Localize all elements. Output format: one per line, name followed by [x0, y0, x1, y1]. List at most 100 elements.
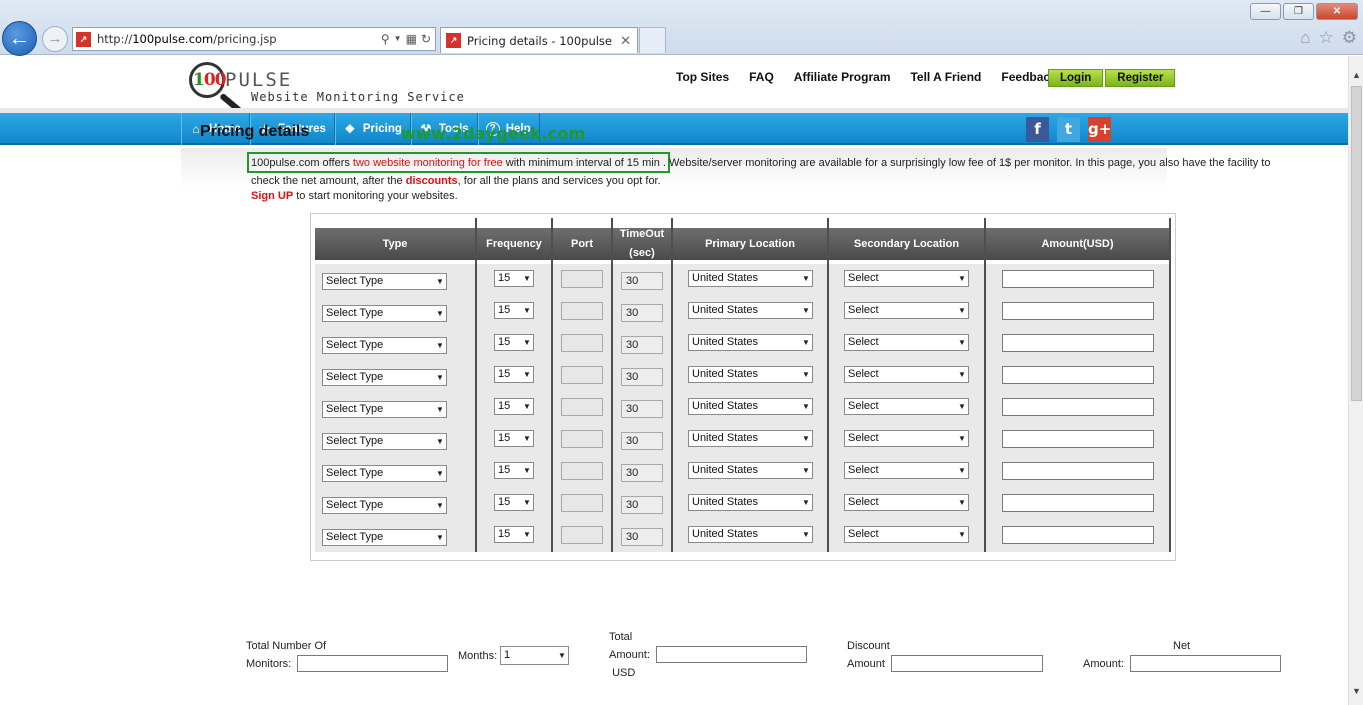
secondary-location-select[interactable]: Select ▼ [844, 462, 969, 479]
type-select[interactable]: Select Type ▼ [322, 497, 447, 514]
port-input[interactable] [561, 398, 603, 416]
frequency-select[interactable]: 15 ▼ [494, 430, 534, 447]
secondary-location-select[interactable]: Select ▼ [844, 430, 969, 447]
signup-link[interactable]: Sign UP [251, 190, 293, 202]
settings-gear-icon[interactable]: ⚙ [1342, 28, 1357, 48]
facebook-icon[interactable]: f [1026, 117, 1049, 142]
type-select[interactable]: Select Type ▼ [322, 273, 447, 290]
timeout-input[interactable]: 30 [621, 464, 663, 482]
type-select[interactable]: Select Type ▼ [322, 369, 447, 386]
twitter-icon[interactable]: t [1057, 117, 1080, 142]
primary-location-select[interactable]: United States ▼ [688, 270, 813, 287]
address-url[interactable]: http://100pulse.com/pricing.jsp [97, 32, 381, 46]
frequency-select[interactable]: 15 ▼ [494, 334, 534, 351]
secondary-location-select[interactable]: Select ▼ [844, 302, 969, 319]
back-button[interactable]: ← [2, 21, 37, 56]
primary-location-select[interactable]: United States ▼ [688, 302, 813, 319]
port-input[interactable] [561, 494, 603, 512]
type-select[interactable]: Select Type ▼ [322, 337, 447, 354]
frequency-select[interactable]: 15 ▼ [494, 398, 534, 415]
scroll-up-icon[interactable]: ▲ [1349, 68, 1363, 83]
register-button[interactable]: Register [1105, 69, 1176, 87]
timeout-input[interactable]: 30 [621, 336, 663, 354]
search-icon[interactable]: ⚲ [381, 32, 390, 46]
address-bar[interactable]: ↗ http://100pulse.com/pricing.jsp ⚲ ▼ ▦ … [72, 27, 436, 51]
secondary-location-select[interactable]: Select ▼ [844, 366, 969, 383]
frequency-select[interactable]: 15 ▼ [494, 462, 534, 479]
net-amount-input[interactable] [1130, 655, 1281, 672]
port-input[interactable] [561, 270, 603, 288]
port-input[interactable] [561, 526, 603, 544]
favorites-star-icon[interactable]: ☆ [1319, 28, 1334, 48]
top-link-top-sites[interactable]: Top Sites [676, 70, 729, 84]
minimize-button[interactable]: — [1250, 3, 1281, 20]
compat-view-icon[interactable]: ▦ [406, 32, 417, 46]
port-input[interactable] [561, 366, 603, 384]
type-select[interactable]: Select Type ▼ [322, 529, 447, 546]
page-scrollbar[interactable]: ▲ ▼ [1348, 56, 1363, 705]
primary-location-select[interactable]: United States ▼ [688, 494, 813, 511]
amount-input[interactable] [1002, 334, 1154, 352]
total-monitors-input[interactable] [297, 655, 448, 672]
forward-button[interactable]: → [42, 26, 68, 52]
port-input[interactable] [561, 462, 603, 480]
primary-location-select[interactable]: United States ▼ [688, 398, 813, 415]
google-plus-icon[interactable]: g+ [1088, 117, 1111, 142]
port-input[interactable] [561, 302, 603, 320]
scroll-thumb[interactable] [1351, 86, 1362, 401]
amount-input[interactable] [1002, 430, 1154, 448]
secondary-location-select[interactable]: Select ▼ [844, 526, 969, 543]
frequency-select[interactable]: 15 ▼ [494, 526, 534, 543]
amount-input[interactable] [1002, 462, 1154, 480]
scroll-down-icon[interactable]: ▼ [1349, 684, 1363, 699]
secondary-location-select[interactable]: Select ▼ [844, 494, 969, 511]
new-tab-button[interactable] [639, 27, 666, 53]
timeout-input[interactable]: 30 [621, 304, 663, 322]
amount-input[interactable] [1002, 270, 1154, 288]
refresh-icon[interactable]: ↻ [421, 32, 431, 46]
primary-location-select[interactable]: United States ▼ [688, 334, 813, 351]
total-amount-input[interactable] [656, 646, 807, 663]
login-button[interactable]: Login [1048, 69, 1104, 87]
primary-location-select[interactable]: United States ▼ [688, 462, 813, 479]
frequency-select[interactable]: 15 ▼ [494, 366, 534, 383]
frequency-select[interactable]: 15 ▼ [494, 302, 534, 319]
port-input[interactable] [561, 334, 603, 352]
timeout-input[interactable]: 30 [621, 272, 663, 290]
timeout-input[interactable]: 30 [621, 368, 663, 386]
type-select[interactable]: Select Type ▼ [322, 305, 447, 322]
close-tab-icon[interactable]: ✕ [620, 33, 631, 49]
restore-button[interactable]: ❐ [1283, 3, 1314, 20]
amount-input[interactable] [1002, 302, 1154, 320]
secondary-location-select[interactable]: Select ▼ [844, 270, 969, 287]
timeout-input[interactable]: 30 [621, 432, 663, 450]
amount-input[interactable] [1002, 494, 1154, 512]
amount-input[interactable] [1002, 526, 1154, 544]
months-select[interactable]: 1 ▼ [500, 646, 569, 665]
primary-location-select[interactable]: United States ▼ [688, 526, 813, 543]
discount-amount-input[interactable] [891, 655, 1043, 672]
secondary-location-select[interactable]: Select ▼ [844, 398, 969, 415]
frequency-select[interactable]: 15 ▼ [494, 270, 534, 287]
top-link-faq[interactable]: FAQ [749, 70, 774, 84]
timeout-input[interactable]: 30 [621, 528, 663, 546]
type-select[interactable]: Select Type ▼ [322, 433, 447, 450]
site-logo[interactable]: 100 PULSE Website Monitoring Service [188, 60, 464, 115]
tab-pricing-details[interactable]: ↗ Pricing details - 100pulse ✕ [440, 27, 638, 53]
nav-pricing[interactable]: ❖ Pricing [334, 113, 411, 145]
timeout-input[interactable]: 30 [621, 496, 663, 514]
type-select[interactable]: Select Type ▼ [322, 465, 447, 482]
amount-input[interactable] [1002, 398, 1154, 416]
primary-location-select[interactable]: United States ▼ [688, 366, 813, 383]
frequency-select[interactable]: 15 ▼ [494, 494, 534, 511]
secondary-location-select[interactable]: Select ▼ [844, 334, 969, 351]
timeout-input[interactable]: 30 [621, 400, 663, 418]
close-window-button[interactable]: ✕ [1316, 3, 1358, 20]
home-icon[interactable]: ⌂ [1300, 28, 1310, 48]
type-select[interactable]: Select Type ▼ [322, 401, 447, 418]
amount-input[interactable] [1002, 366, 1154, 384]
primary-location-select[interactable]: United States ▼ [688, 430, 813, 447]
port-input[interactable] [561, 430, 603, 448]
top-link-tell-friend[interactable]: Tell A Friend [910, 70, 981, 84]
top-link-affiliate[interactable]: Affiliate Program [794, 70, 891, 84]
